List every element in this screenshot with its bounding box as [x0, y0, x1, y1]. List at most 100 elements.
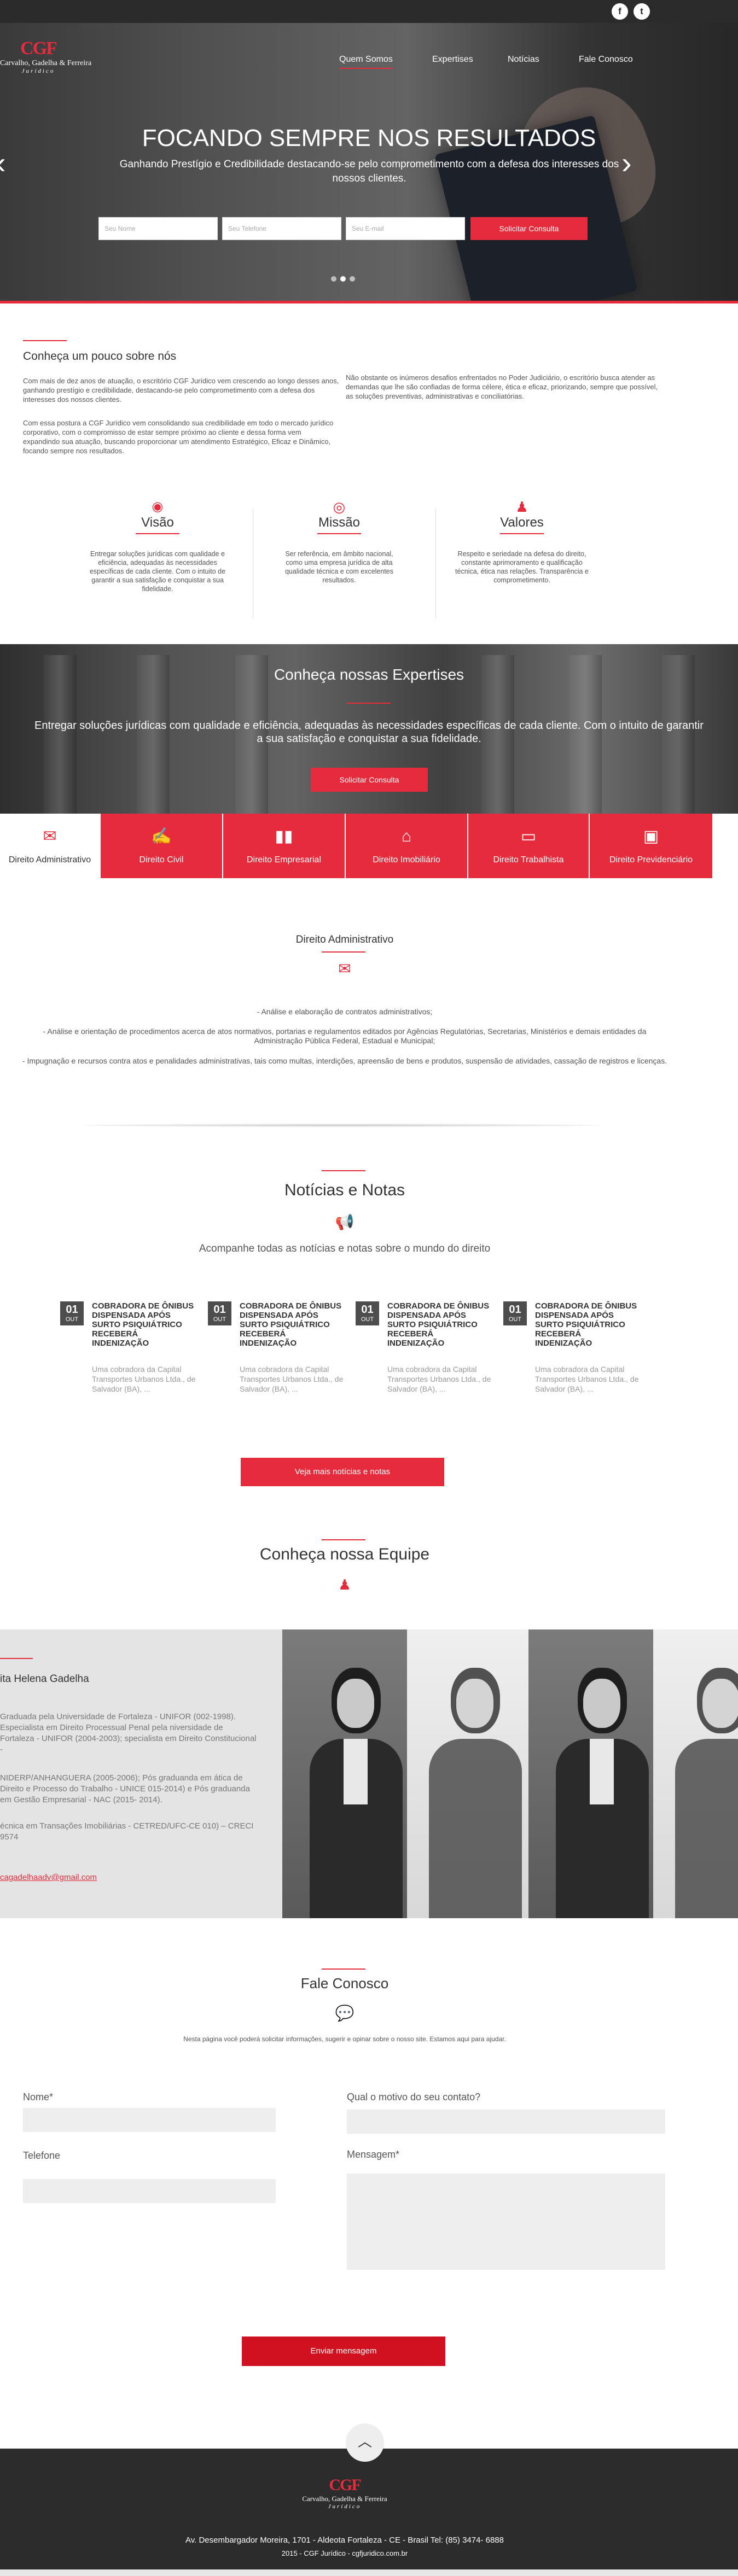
- reason-label: Qual o motivo do seu contato?: [347, 2092, 481, 2102]
- eye-icon: ◉: [152, 499, 164, 514]
- more-news-button[interactable]: Veja mais notícias e notas: [241, 1458, 444, 1486]
- pillar-title-visao: Visão: [141, 515, 174, 530]
- member-email-link[interactable]: cagadelhaadv@gmail.com: [0, 1873, 97, 1882]
- team-icon: ♟: [338, 1576, 351, 1593]
- title-underline: [322, 951, 365, 953]
- nav-fale-conosco[interactable]: Fale Conosco: [579, 55, 633, 65]
- horizontal-scrollbar[interactable]: [0, 2569, 738, 2576]
- chevron-up-icon[interactable]: ︿: [346, 2423, 384, 2462]
- building-icon: ▮▮: [275, 827, 293, 845]
- member-bio: Graduada pela Universidade de Fortaleza …: [0, 1712, 257, 1754]
- reason-field[interactable]: [347, 2110, 665, 2134]
- tab-direito-empresarial[interactable]: ▮▮ Direito Empresarial: [223, 814, 346, 878]
- member-bio: NIDERP/ANHANGUERA (2005-2006); Pós gradu…: [0, 1773, 250, 1804]
- news-subtitle: Acompanhe todas as notícias e notas sobr…: [199, 1243, 491, 1254]
- megaphone-icon: 📢: [335, 1213, 355, 1230]
- news-headline[interactable]: COBRADORA DE ÔNIBUS DISPENSADA APÓS SURT…: [92, 1301, 196, 1348]
- slider-dot-active[interactable]: [340, 276, 346, 282]
- pillar-text-visao: Entregar soluções jurídicas com qualidad…: [89, 550, 226, 593]
- twitter-icon[interactable]: t: [634, 3, 650, 20]
- tab-direito-imobiliario[interactable]: ⌂ Direito Imobiliário: [346, 814, 468, 878]
- about-paragraph-3: Não obstante os inúmeros desafios enfren…: [346, 373, 658, 400]
- hero-submit-button[interactable]: Solicitar Consulta: [470, 217, 588, 240]
- about-title: Conheça um pouco sobre nós: [23, 350, 177, 363]
- news-date: 01 OUT: [208, 1301, 231, 1325]
- send-message-button[interactable]: Enviar mensagem: [242, 2336, 445, 2366]
- footer-address: Av. Desembargador Moreira, 1701 - Aldeot…: [185, 2536, 504, 2545]
- member-photo[interactable]: [407, 1629, 528, 1918]
- news-date: 01 OUT: [60, 1301, 84, 1325]
- footer: CGF Carvalho, Gadelha & Ferreira Jurídic…: [0, 2449, 738, 2576]
- news-excerpt: Uma cobradora da Capital Transportes Urb…: [92, 1365, 196, 1393]
- tab-label: Direito Civil: [139, 855, 184, 864]
- nav-noticias[interactable]: Notícias: [508, 55, 539, 65]
- expertise-cta-button[interactable]: Solicitar Consulta: [311, 768, 428, 792]
- news-excerpt: Uma cobradora da Capital Transportes Urb…: [387, 1365, 491, 1393]
- footer-logo[interactable]: CGF Carvalho, Gadelha & Ferreira Jurídic…: [290, 2476, 399, 2510]
- logo-sub: Jurídico: [328, 2503, 362, 2510]
- tab-direito-administrativo[interactable]: ✉ Direito Administrativo: [0, 814, 101, 878]
- news-headline[interactable]: COBRADORA DE ÔNIBUS DISPENSADA APÓS SURT…: [387, 1301, 491, 1348]
- tab-label: Direito Empresarial: [246, 855, 322, 864]
- slider-dot[interactable]: [350, 276, 355, 282]
- team-carousel: ita Helena Gadelha Graduada pela Univers…: [0, 1629, 738, 1918]
- tab-label: Direito Administrativo: [8, 855, 91, 864]
- briefcase-icon: ▭: [520, 827, 537, 845]
- news-headline[interactable]: COBRADORA DE ÔNIBUS DISPENSADA APÓS SURT…: [240, 1301, 344, 1348]
- title-underline: [500, 533, 544, 534]
- member-photo[interactable]: [528, 1629, 653, 1918]
- title-underline: [136, 533, 179, 534]
- pillar-text-valores: Respeito e seriedade na defesa do direit…: [455, 550, 589, 584]
- member-name: ita Helena Gadelha: [0, 1673, 89, 1685]
- hero-name-input[interactable]: Seu Nome: [98, 217, 218, 240]
- message-textarea[interactable]: [347, 2174, 665, 2270]
- people-icon: ♟: [515, 499, 528, 515]
- inbox-icon: ✉: [43, 827, 57, 845]
- tab-label: Direito Imobiliário: [373, 855, 440, 864]
- title-underline: [322, 1170, 365, 1171]
- expertise-title: Conheça nossas Expertises: [274, 666, 464, 683]
- message-label: Mensagem*: [347, 2149, 400, 2160]
- pillar-title-missao: Missão: [318, 515, 361, 530]
- news-date: 01 OUT: [503, 1301, 527, 1325]
- pillar-title-valores: Valores: [500, 515, 544, 530]
- logo-mark: CGF: [20, 38, 57, 59]
- news-excerpt: Uma cobradora da Capital Transportes Urb…: [240, 1365, 344, 1393]
- tab-label: Direito Trabalhista: [493, 855, 564, 864]
- divider: [435, 509, 436, 618]
- divider: [82, 1124, 602, 1127]
- facebook-icon[interactable]: f: [612, 3, 628, 20]
- tab-direito-civil[interactable]: ✍ Direito Civil: [101, 814, 223, 878]
- tab-direito-trabalhista[interactable]: ▭ Direito Trabalhista: [468, 814, 590, 878]
- name-label: Nome*: [23, 2092, 54, 2102]
- logo-sub: Jurídico: [21, 68, 55, 74]
- name-field[interactable]: [23, 2108, 276, 2132]
- contact-intro: Nesta página você poderá solicitar infor…: [183, 2035, 506, 2043]
- phone-field[interactable]: [23, 2179, 276, 2203]
- contact-title: Fale Conosco: [300, 1975, 389, 1991]
- member-photo[interactable]: [282, 1629, 407, 1918]
- inbox-icon: ✉: [338, 960, 351, 977]
- nav-quem-somos[interactable]: Quem Somos: [339, 55, 393, 69]
- handshake-icon: ✍: [151, 827, 172, 845]
- member-photo[interactable]: [653, 1629, 738, 1918]
- news-date: 01 OUT: [356, 1301, 379, 1325]
- chevron-left-icon[interactable]: ‹: [0, 148, 6, 178]
- news-headline[interactable]: COBRADORA DE ÔNIBUS DISPENSADA APÓS SURT…: [535, 1301, 639, 1348]
- hero-email-input[interactable]: Seu E-mail: [346, 217, 465, 240]
- logo[interactable]: CGF Carvalho, Gadelha & Ferreira Jurídic…: [0, 38, 91, 74]
- document-icon: ▣: [643, 827, 659, 845]
- tab-detail-line: - Impugnação e recursos contra atos e pe…: [22, 1056, 667, 1065]
- slider-dot[interactable]: [331, 276, 336, 282]
- tab-direito-previdenciario[interactable]: ▣ Direito Previdenciário: [590, 814, 713, 878]
- team-title: Conheça nossa Equipe: [259, 1545, 430, 1563]
- nav-expertises[interactable]: Expertises: [432, 55, 473, 65]
- logo-mark: CGF: [329, 2476, 361, 2494]
- about-paragraph-2: Com essa postura a CGF Jurídico vem cons…: [23, 419, 334, 455]
- hero-subtitle: Ganhando Prestígio e Credibilidade desta…: [119, 159, 619, 184]
- news-excerpt: Uma cobradora da Capital Transportes Urb…: [535, 1365, 639, 1393]
- hero-phone-input[interactable]: Seu Telefone: [222, 217, 341, 240]
- tab-detail-title: Direito Administrativo: [295, 934, 394, 945]
- divider: [0, 301, 738, 303]
- member-bio: écnica em Transações Imobiliárias - CETR…: [0, 1821, 254, 1842]
